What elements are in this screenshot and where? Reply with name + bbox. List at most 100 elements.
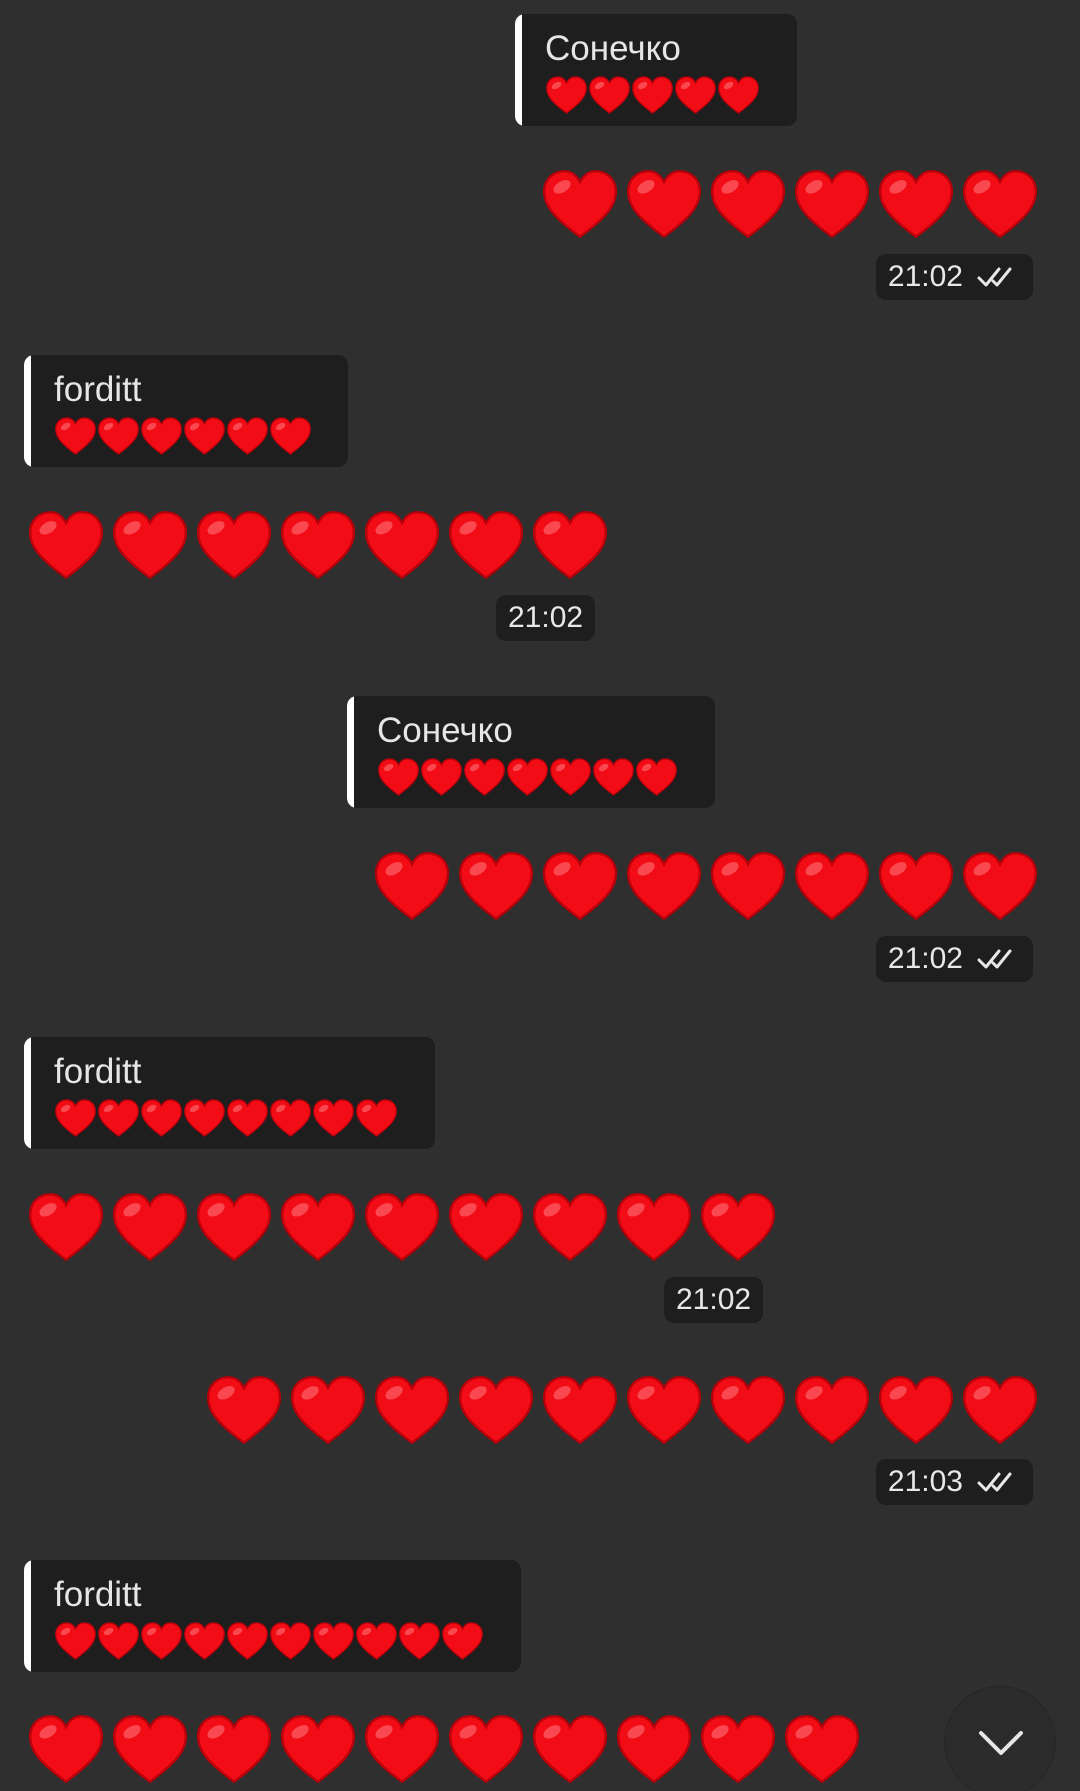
- reply-preview[interactable]: Сонечко: [347, 696, 715, 808]
- heart-emoji: [28, 1715, 104, 1784]
- heart-emoji: [313, 1099, 354, 1137]
- heart-emoji: [589, 76, 630, 114]
- heart-emoji: [196, 1715, 272, 1784]
- message-text: [205, 1372, 1039, 1454]
- heart-emoji: [710, 1376, 786, 1445]
- heart-emoji: [700, 1715, 776, 1784]
- heart-emoji: [112, 511, 188, 580]
- heart-emoji: [794, 1376, 870, 1445]
- heart-emoji: [374, 852, 450, 921]
- reply-author: Сонечко: [377, 711, 513, 750]
- heart-emoji: [546, 76, 587, 114]
- reply-accent-bar: [24, 1560, 31, 1672]
- heart-emoji: [626, 1376, 702, 1445]
- heart-emoji: [364, 511, 440, 580]
- heart-emoji: [364, 1193, 440, 1262]
- reply-accent-bar: [515, 14, 522, 126]
- heart-emoji: [227, 1622, 268, 1660]
- reply-accent-bar: [24, 355, 31, 467]
- reply-preview[interactable]: forditt: [24, 1560, 521, 1672]
- heart-emoji: [270, 1622, 311, 1660]
- heart-emoji: [28, 1193, 104, 1262]
- heart-emoji: [626, 170, 702, 239]
- reply-author: forditt: [54, 370, 142, 409]
- heart-emoji: [878, 1376, 954, 1445]
- reply-author: forditt: [54, 1052, 142, 1091]
- reply-text: [545, 72, 797, 118]
- reply-accent-bar: [347, 696, 354, 808]
- heart-emoji: [421, 758, 462, 796]
- heart-emoji: [280, 511, 356, 580]
- heart-emoji: [184, 417, 225, 455]
- heart-emoji: [710, 170, 786, 239]
- reply-preview[interactable]: Сонечко: [515, 14, 797, 126]
- heart-emoji: [280, 1193, 356, 1262]
- message-time: 21:02: [887, 942, 963, 975]
- heart-emoji: [399, 1622, 440, 1660]
- heart-emoji: [184, 1099, 225, 1137]
- heart-emoji: [532, 1715, 608, 1784]
- reply-accent-bar: [24, 1037, 31, 1149]
- heart-emoji: [507, 758, 548, 796]
- heart-emoji: [532, 511, 608, 580]
- heart-emoji: [794, 852, 870, 921]
- heart-emoji: [616, 1715, 692, 1784]
- heart-emoji: [196, 511, 272, 580]
- heart-emoji: [962, 170, 1038, 239]
- heart-emoji: [458, 1376, 534, 1445]
- heart-emoji: [112, 1193, 188, 1262]
- heart-emoji: [542, 852, 618, 921]
- reply-author: forditt: [54, 1575, 142, 1614]
- message-text: [27, 1711, 861, 1791]
- reply-author: Сонечко: [545, 29, 681, 68]
- heart-emoji: [550, 758, 591, 796]
- heart-emoji: [532, 1193, 608, 1262]
- heart-emoji: [784, 1715, 860, 1784]
- heart-emoji: [700, 1193, 776, 1262]
- heart-emoji: [878, 170, 954, 239]
- heart-emoji: [448, 1193, 524, 1262]
- heart-emoji: [364, 1715, 440, 1784]
- heart-emoji: [448, 511, 524, 580]
- heart-emoji: [374, 1376, 450, 1445]
- scroll-to-bottom-button[interactable]: [944, 1686, 1056, 1791]
- heart-emoji: [141, 1099, 182, 1137]
- heart-emoji: [878, 852, 954, 921]
- heart-emoji: [718, 76, 759, 114]
- heart-emoji: [270, 1099, 311, 1137]
- reply-preview[interactable]: forditt: [24, 355, 348, 467]
- heart-emoji: [227, 1099, 268, 1137]
- reply-text: [54, 1095, 435, 1141]
- heart-emoji: [464, 758, 505, 796]
- message-meta: 21:02: [875, 936, 1033, 982]
- chevron-down-icon: [979, 1731, 1023, 1755]
- heart-emoji: [356, 1099, 397, 1137]
- heart-emoji: [313, 1622, 354, 1660]
- double-check-icon: [977, 1472, 1012, 1492]
- message-text: [541, 166, 1039, 248]
- message-meta: 21:02: [875, 254, 1033, 300]
- heart-emoji: [458, 852, 534, 921]
- message-time: 21:02: [676, 1283, 752, 1316]
- heart-emoji: [98, 417, 139, 455]
- heart-emoji: [962, 852, 1038, 921]
- heart-emoji: [632, 76, 673, 114]
- reply-text: [54, 1618, 521, 1664]
- message-text: [27, 507, 609, 589]
- heart-emoji: [636, 758, 677, 796]
- reply-text: [377, 754, 715, 800]
- message-text: [373, 848, 1039, 930]
- reply-text: [54, 413, 348, 459]
- heart-emoji: [280, 1715, 356, 1784]
- heart-emoji: [184, 1622, 225, 1660]
- heart-emoji: [675, 76, 716, 114]
- heart-emoji: [290, 1376, 366, 1445]
- chat-history[interactable]: Сонечко 21:02 forditt 21:02 Сонечко 21:0…: [0, 0, 1080, 1791]
- message-meta: 21:02: [496, 595, 596, 641]
- heart-emoji: [593, 758, 634, 796]
- heart-emoji: [378, 758, 419, 796]
- heart-emoji: [141, 417, 182, 455]
- heart-emoji: [270, 417, 311, 455]
- reply-preview[interactable]: forditt: [24, 1037, 435, 1149]
- heart-emoji: [55, 1622, 96, 1660]
